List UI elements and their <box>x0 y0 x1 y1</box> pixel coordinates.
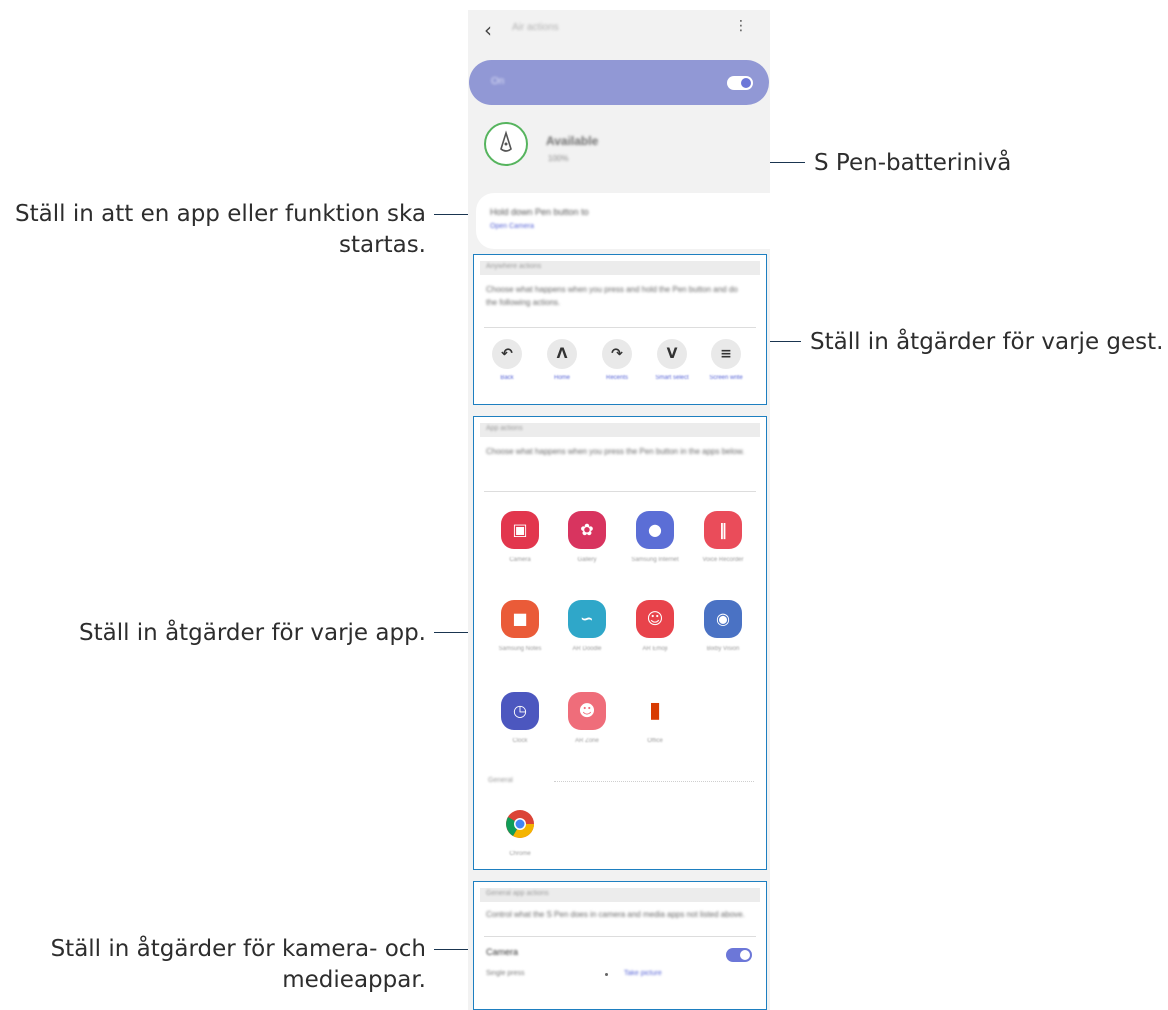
app-office[interactable]: ▮ Office <box>624 692 686 745</box>
gesture-back[interactable]: ↶ Back <box>487 339 527 382</box>
camera-icon: ▣ <box>501 511 539 549</box>
gesture-label: Recents <box>605 375 628 381</box>
gesture-label: Smart select <box>655 375 689 381</box>
single-press-label: Single press <box>486 970 525 977</box>
app-label: Clock <box>512 738 528 744</box>
app-label: Chrome <box>509 851 531 857</box>
app-gallery[interactable]: ✿ Gallery <box>556 511 618 564</box>
s-pen-status-icon <box>484 122 528 166</box>
app-samsung-internet[interactable]: ● Samsung Internet <box>624 511 686 564</box>
app-actions-description: Choose what happens when you press the P… <box>486 447 745 456</box>
ar-doodle-icon: ∽ <box>568 600 606 638</box>
callout-media-line1: Ställ in åtgärder för kamera- och <box>50 936 426 962</box>
gallery-icon: ✿ <box>568 511 606 549</box>
anywhere-actions-header: Anywhere actions <box>480 261 760 275</box>
gesture-label: Home <box>553 375 570 381</box>
samsung-internet-icon: ● <box>636 511 674 549</box>
gesture-label: Screen write <box>709 375 743 381</box>
general-app-actions-header: General app actions <box>480 888 760 902</box>
anywhere-actions-section: Anywhere actions Choose what happens whe… <box>473 254 767 405</box>
app-label: Samsung Notes <box>498 646 542 652</box>
app-label: AR Zone <box>575 738 599 744</box>
app-actions-header: App actions <box>480 423 760 437</box>
app-label: AR Emoji <box>642 646 668 652</box>
gesture-back-icon: ↶ <box>492 339 522 369</box>
bixby-vision-icon: ◉ <box>704 600 742 638</box>
master-toggle[interactable] <box>727 76 753 90</box>
callout-media-line2: medieappar. <box>282 967 426 993</box>
separator-dot <box>605 973 608 976</box>
more-options-icon[interactable]: ⋮ <box>734 18 748 34</box>
app-label: Voice Recorder <box>702 557 744 563</box>
ar-zone-icon: ☻ <box>568 692 606 730</box>
ar-emoji-icon: ☺ <box>636 600 674 638</box>
general-app-actions-section: General app actions Control what the S P… <box>473 881 767 1010</box>
app-ar-doodle[interactable]: ∽ AR Doodle <box>556 600 618 653</box>
general-app-actions-description: Control what the S Pen does in camera an… <box>486 910 745 919</box>
callout-media-actions: Ställ in åtgärder för kamera- och mediea… <box>4 934 426 996</box>
top-bar: ‹ Air actions ⋮ <box>468 10 770 50</box>
app-voice-recorder[interactable]: ‖ Voice Recorder <box>692 511 754 564</box>
samsung-notes-icon: ■ <box>501 600 539 638</box>
app-label: Camera <box>509 557 531 563</box>
hold-pen-button-setting[interactable]: Hold down Pen button to Open Camera <box>476 193 770 249</box>
app-bixby-vision[interactable]: ◉ Bixby Vision <box>692 600 754 653</box>
master-switch-bar[interactable]: On <box>469 60 769 105</box>
callout-line-app <box>434 632 472 633</box>
office-icon: ▮ <box>636 692 674 730</box>
callout-line-media <box>434 949 472 950</box>
phone-screen: ‹ Air actions ⋮ On Available 100% Hold d… <box>468 10 770 1010</box>
app-clock[interactable]: ◷ Clock <box>489 692 551 745</box>
callout-line-gesture <box>767 341 801 342</box>
gesture-screen-write-icon: ≡ <box>711 339 741 369</box>
app-label: AR Doodle <box>572 646 602 652</box>
app-camera[interactable]: ▣ Camera <box>489 511 551 564</box>
chrome-icon <box>501 805 539 843</box>
callout-gesture-actions: Ställ in åtgärder för varje gest. <box>810 329 1164 355</box>
pen-status-text: Available <box>546 134 599 148</box>
app-ar-zone[interactable]: ☻ AR Zone <box>556 692 618 745</box>
app-ar-emoji[interactable]: ☺ AR Emoji <box>624 600 686 653</box>
app-label: Office <box>647 738 663 744</box>
gesture-label: Back <box>500 375 514 381</box>
anywhere-actions-description: Choose what happens when you press and h… <box>486 285 738 307</box>
callout-hold-action: Ställ in att en app eller funktion ska s… <box>4 199 426 261</box>
gesture-smart-select-icon: V <box>657 339 687 369</box>
app-label: Samsung Internet <box>631 557 679 563</box>
app-actions-section: App actions Choose what happens when you… <box>473 416 767 870</box>
app-samsung-notes[interactable]: ■ Samsung Notes <box>489 600 551 653</box>
gesture-home-icon: Λ <box>547 339 577 369</box>
single-press-value[interactable]: Take picture <box>624 970 662 977</box>
app-chrome[interactable]: Chrome <box>489 805 551 858</box>
pen-battery-text: 100% <box>548 154 569 163</box>
callout-app-actions: Ställ in åtgärder för varje app. <box>78 620 426 646</box>
callout-hold-line2: startas. <box>339 232 426 258</box>
callout-hold-line1: Ställ in att en app eller funktion ska <box>15 201 426 227</box>
page-title: Air actions <box>512 22 559 33</box>
gesture-smart-select[interactable]: V Smart select <box>652 339 692 382</box>
hold-value: Open Camera <box>490 223 534 230</box>
app-label: Bixby Vision <box>706 646 740 652</box>
app-label: Gallery <box>577 557 597 563</box>
clock-icon: ◷ <box>501 692 539 730</box>
gesture-home[interactable]: Λ Home <box>542 339 582 382</box>
master-switch-label: On <box>491 76 505 87</box>
gesture-recents-icon: ↷ <box>602 339 632 369</box>
back-icon[interactable]: ‹ <box>484 18 492 42</box>
hold-title: Hold down Pen button to <box>490 207 589 217</box>
gesture-screen-write[interactable]: ≡ Screen write <box>706 339 746 382</box>
callout-battery-level: S Pen-batterinivå <box>814 150 1012 176</box>
gesture-recents[interactable]: ↷ Recents <box>597 339 637 382</box>
voice-recorder-icon: ‖ <box>704 511 742 549</box>
general-header: General <box>488 777 513 784</box>
camera-setting-label: Camera <box>486 947 519 957</box>
camera-toggle[interactable] <box>726 948 752 962</box>
